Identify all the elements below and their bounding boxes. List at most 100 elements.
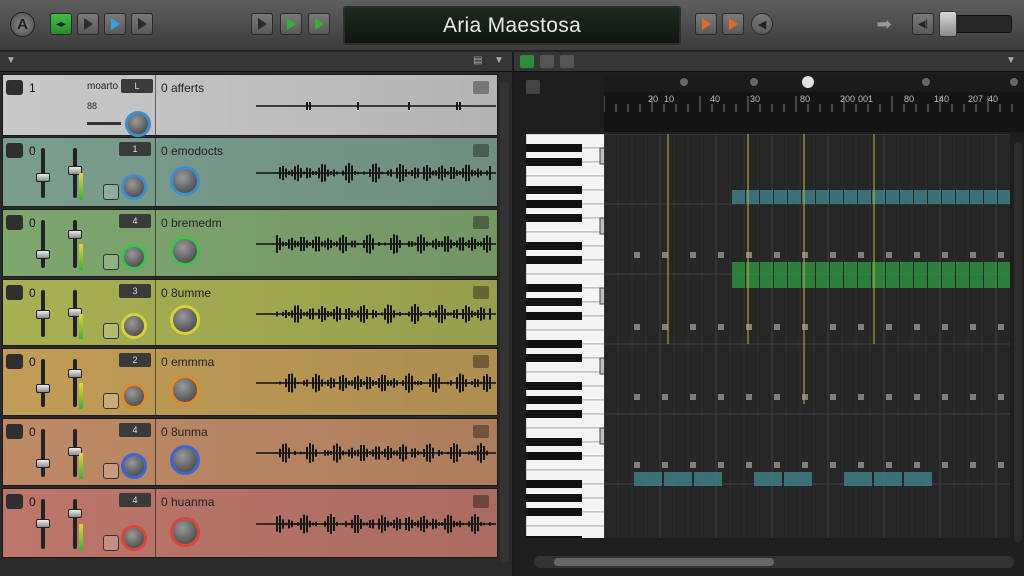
pan-knob[interactable]: [121, 525, 147, 551]
pan-knob[interactable]: [121, 244, 147, 270]
track-settings-icon[interactable]: [473, 144, 489, 157]
track-controls: 04: [3, 210, 156, 276]
pan-knob[interactable]: [125, 111, 151, 137]
solo-button[interactable]: [103, 323, 119, 339]
track-lane[interactable]: 0 8unma: [156, 419, 497, 485]
track-row[interactable]: 040 bremedm: [2, 209, 498, 277]
track-settings-icon[interactable]: [473, 216, 489, 229]
stop-button[interactable]: [77, 13, 99, 35]
volume-fader-handle[interactable]: [36, 384, 50, 393]
rewind-button[interactable]: [251, 13, 273, 35]
track-settings-icon[interactable]: [473, 425, 489, 438]
track-lane[interactable]: 0 emodocts: [156, 138, 497, 206]
forward-button[interactable]: [131, 13, 153, 35]
channel-badge[interactable]: 4: [119, 493, 151, 507]
track-row[interactable]: 040 huanma: [2, 488, 498, 558]
volume-fader-handle[interactable]: [36, 519, 50, 528]
dropdown-icon[interactable]: ▼: [494, 55, 504, 66]
solo-button[interactable]: [103, 184, 119, 200]
solo-button[interactable]: [103, 535, 119, 551]
track-expand-icon[interactable]: [6, 494, 23, 509]
piano-roll-vertical-scrollbar[interactable]: [1014, 142, 1022, 542]
copy-icon[interactable]: [540, 55, 554, 68]
pan-knob[interactable]: [121, 383, 147, 409]
volume-knob[interactable]: [170, 305, 200, 335]
track-list-scrollbar[interactable]: [500, 82, 509, 562]
arrow-right-icon: ➡: [876, 13, 892, 34]
track-row[interactable]: 1 moarto 88 L 0 afferts: [2, 74, 498, 137]
track-lane[interactable]: 0 afferts: [156, 75, 497, 135]
track-lane[interactable]: 0 emmma: [156, 349, 497, 415]
arrow-right-button[interactable]: ➡: [873, 13, 895, 35]
orange-play-button[interactable]: [695, 13, 717, 35]
channel-badge[interactable]: L: [121, 79, 153, 93]
menu-icon[interactable]: ▤: [473, 55, 482, 66]
track-pan-slider[interactable]: [87, 122, 121, 125]
volume-knob[interactable]: [170, 166, 200, 196]
master-volume-knob[interactable]: [939, 11, 957, 37]
level-meter: [79, 244, 83, 270]
track-row[interactable]: 030 8umme: [2, 279, 498, 346]
play-green-icon: [286, 18, 296, 30]
track-settings-icon[interactable]: [473, 495, 489, 508]
solo-button[interactable]: [103, 254, 119, 270]
channel-badge[interactable]: 4: [119, 214, 151, 228]
app-logo-button[interactable]: A: [10, 12, 35, 37]
track-lane[interactable]: 0 8umme: [156, 280, 497, 345]
volume-fader-handle[interactable]: [36, 459, 50, 468]
volume-fader-handle[interactable]: [36, 250, 50, 259]
track-settings-icon[interactable]: [473, 286, 489, 299]
volume-knob[interactable]: [170, 445, 200, 475]
volume-knob[interactable]: [170, 236, 200, 266]
piano-keyboard[interactable]: [525, 133, 615, 544]
pencil-tool-icon[interactable]: [526, 80, 540, 94]
channel-badge[interactable]: 1: [119, 142, 151, 156]
expand-icon[interactable]: ▼: [1006, 55, 1016, 66]
mute-button[interactable]: ◀|: [912, 13, 934, 35]
volume-knob[interactable]: [170, 375, 200, 405]
track-row[interactable]: 020 emmma: [2, 348, 498, 416]
volume-fader-handle[interactable]: [68, 509, 82, 518]
loop-toggle-button[interactable]: ◂▸: [50, 13, 72, 35]
track-settings-icon[interactable]: [473, 355, 489, 368]
track-expand-icon[interactable]: [6, 215, 23, 230]
track-expand-icon[interactable]: [6, 354, 23, 369]
track-expand-icon[interactable]: [6, 424, 23, 439]
channel-badge[interactable]: 3: [119, 284, 151, 298]
track-lane[interactable]: 0 huanma: [156, 489, 497, 557]
collapse-icon[interactable]: ▼: [6, 55, 16, 66]
play-button[interactable]: [280, 13, 302, 35]
track-expand-icon[interactable]: [6, 285, 23, 300]
pan-knob[interactable]: [121, 313, 147, 339]
track-expand-icon[interactable]: [6, 80, 23, 95]
volume-fader-handle[interactable]: [68, 230, 82, 239]
solo-button[interactable]: [103, 463, 119, 479]
project-title: Aria Maestosa: [442, 13, 582, 37]
orange-skip-button[interactable]: [722, 13, 744, 35]
volume-fader-handle[interactable]: [36, 173, 50, 182]
track-list-pane: ▼ ▤ ▼ 1 moarto 88 L 0 afferts 0 1 0 emodocts 0 4 0…: [0, 52, 512, 576]
channel-badge[interactable]: 4: [119, 423, 151, 437]
level-meter: [79, 453, 83, 479]
play-blue-button[interactable]: [104, 13, 126, 35]
edit-mode-icon[interactable]: [520, 55, 534, 68]
track-row[interactable]: 040 8unma: [2, 418, 498, 486]
stop-play-icon: [83, 18, 93, 30]
volume-knob[interactable]: [170, 517, 200, 547]
volume-fader-handle[interactable]: [36, 310, 50, 319]
track-expand-icon[interactable]: [6, 143, 23, 158]
track-row[interactable]: 010 emodocts: [2, 137, 498, 207]
pan-knob[interactable]: [121, 453, 147, 479]
note-grid[interactable]: [603, 133, 1011, 538]
piano-roll-header: ▼: [514, 52, 1024, 72]
track-lane[interactable]: 0 bremedm: [156, 210, 497, 276]
pan-knob[interactable]: [121, 174, 147, 200]
ruler-tick-label: 20: [648, 94, 659, 104]
channel-badge[interactable]: 2: [119, 353, 151, 367]
paste-icon[interactable]: [560, 55, 574, 68]
speaker-button[interactable]: ◀: [751, 13, 773, 35]
horizontal-scroll-thumb[interactable]: [554, 558, 774, 566]
solo-button[interactable]: [103, 393, 119, 409]
record-button[interactable]: [308, 13, 330, 35]
volume-fader-handle[interactable]: [68, 369, 82, 378]
